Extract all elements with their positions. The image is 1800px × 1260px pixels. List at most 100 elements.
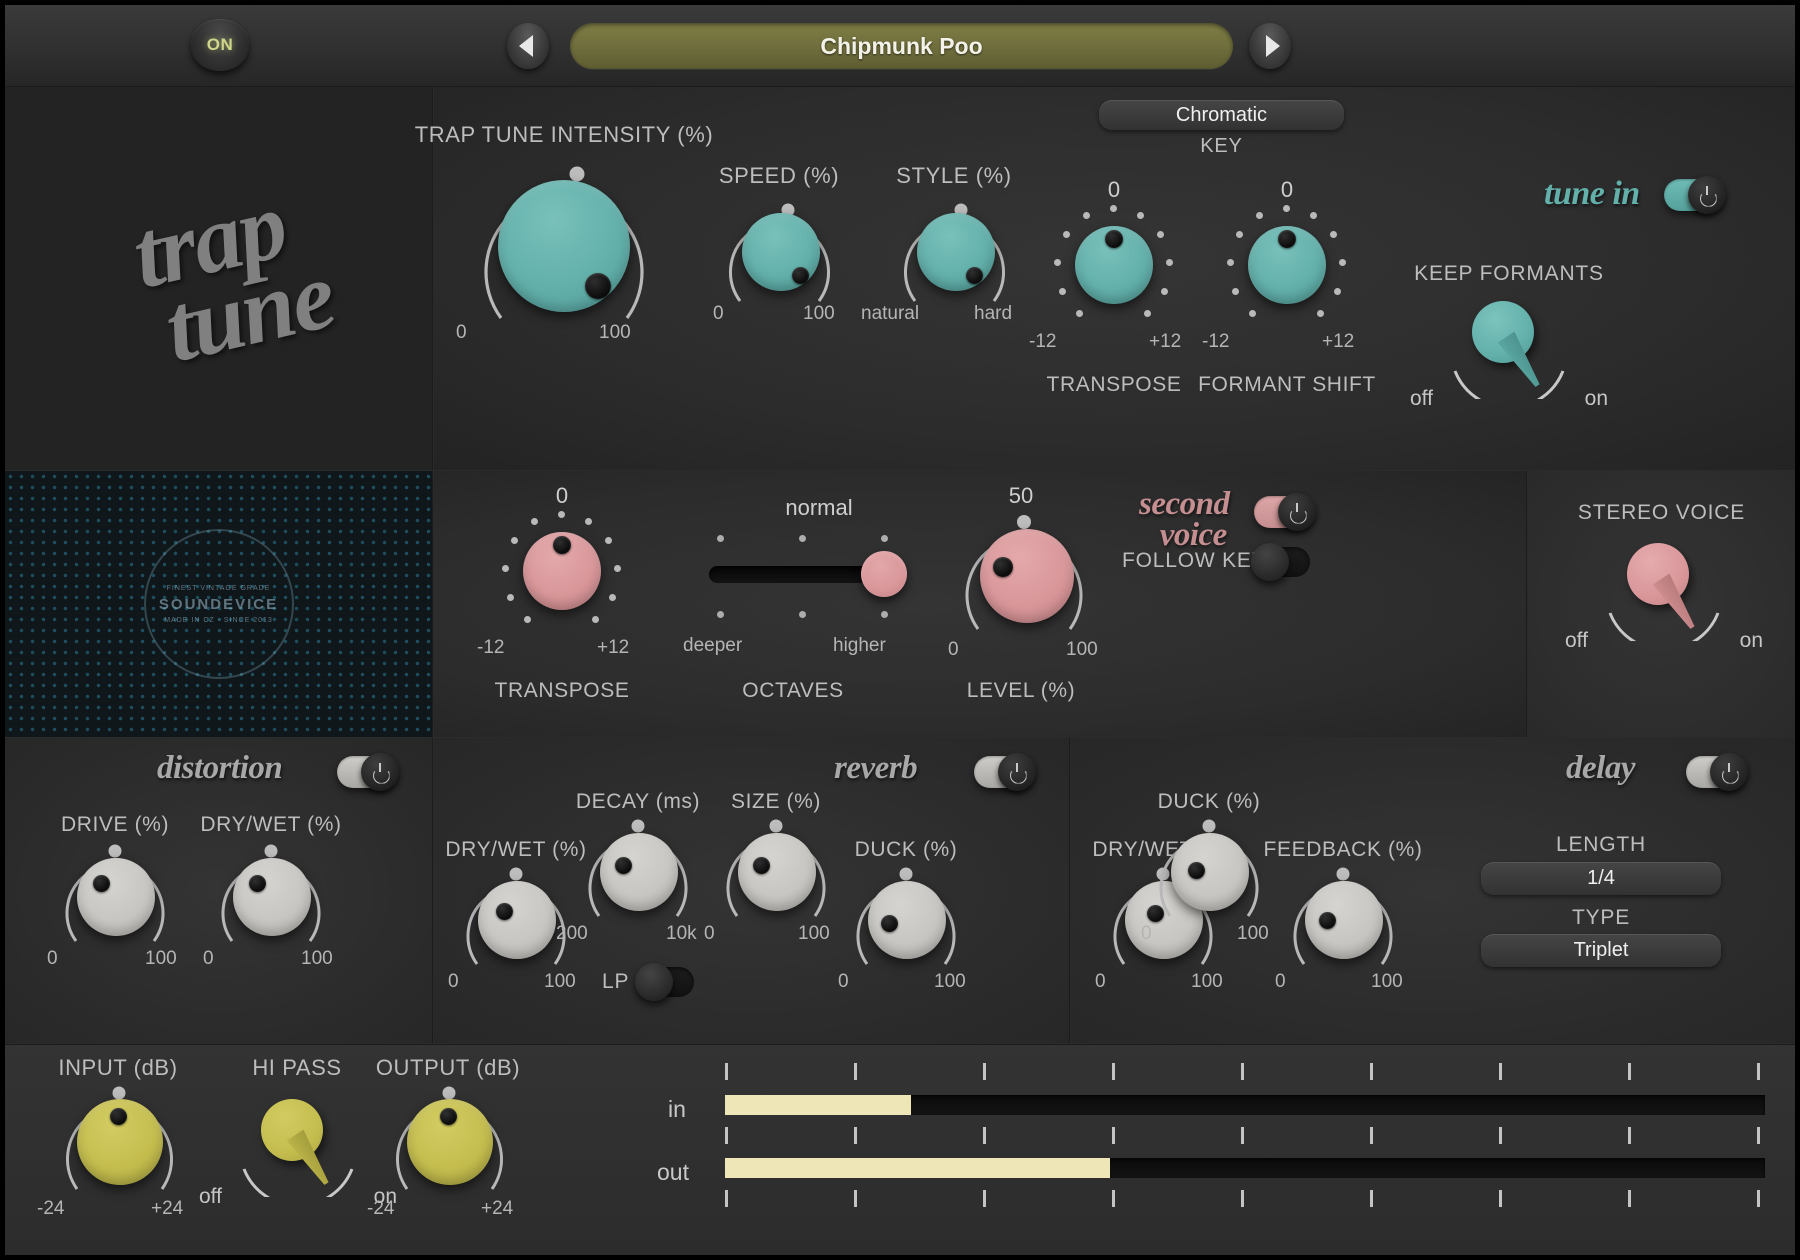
header-bar: ON Chipmunk Poo [5, 5, 1795, 87]
follow-key-toggle[interactable] [1254, 547, 1310, 577]
lp-label: LP [602, 970, 629, 994]
knob-indicator [440, 1108, 457, 1125]
lp-toggle[interactable] [638, 967, 694, 997]
octaves-slider[interactable]: normal deeper higher OCTAVES [689, 483, 949, 723]
knob-min-label: -12 [1029, 331, 1056, 353]
lever-on-label: on [1740, 629, 1763, 653]
key-dropdown[interactable]: Chromatic [1099, 100, 1344, 130]
next-preset-button[interactable] [1249, 23, 1291, 69]
output-gain-knob[interactable]: OUTPUT (dB) -24 +24 [353, 1055, 543, 1255]
formant-shift-knob[interactable]: 0 -12 +12 [1197, 177, 1377, 417]
knob-label: DRIVE (%) [61, 813, 169, 837]
hi-pass-label: HI PASS [252, 1055, 341, 1081]
knob-body [1248, 226, 1326, 304]
distortion-drywet-knob[interactable]: DRY/WET (%) 0 100 [181, 813, 361, 1013]
tune-in-label: tune in [1544, 175, 1640, 213]
knob-max-label: 100 [1066, 639, 1098, 661]
transpose-knob[interactable]: 0 -12 +12 [1024, 177, 1204, 417]
distortion-toggle[interactable] [337, 756, 395, 788]
hi-pass-switch[interactable]: off on [235, 1095, 361, 1205]
meter-in-track [725, 1095, 1765, 1115]
knob-max-label: 100 [599, 322, 631, 344]
keep-formants-switch[interactable]: off on [1446, 297, 1572, 407]
knob-title: LEVEL (%) [967, 679, 1076, 703]
knob-label: DUCK (%) [855, 838, 958, 862]
knob-label: STYLE (%) [896, 163, 1011, 189]
knob-label: DUCK (%) [1158, 790, 1261, 814]
distortion-drive-knob[interactable]: DRIVE (%) 0 100 [25, 813, 205, 1013]
style-knob[interactable]: STYLE (%) natural hard [864, 163, 1044, 383]
top-row: trap tune Chromatic KEY tune in TRAP TUN… [5, 87, 1795, 470]
speed-knob[interactable]: SPEED (%) 0 100 [689, 163, 869, 383]
knob-min-label: natural [861, 303, 919, 325]
brand-panel: trap tune [5, 87, 433, 470]
stereo-voice-switch[interactable]: off on [1601, 539, 1727, 649]
power-on-button[interactable]: ON [191, 19, 249, 71]
meter-ticks-top [725, 1063, 1765, 1085]
traptune-logo: trap tune [97, 178, 341, 380]
second-voice-toggle[interactable] [1254, 496, 1312, 528]
knob-min-label: 0 [203, 948, 214, 970]
knob-min-label: 0 [838, 971, 849, 993]
second-voice-transpose-knob[interactable]: 0 -12 +12 [472, 483, 652, 723]
knob-label: INPUT (dB) [58, 1055, 177, 1081]
reverb-panel: reverb DRY/WET (%) 0 100 DECAY (ms) [434, 738, 1070, 1043]
knob-min-label: 0 [1275, 971, 1286, 993]
lever-arc [241, 1165, 355, 1197]
chevron-right-icon [1266, 35, 1280, 57]
octaves-top-label: normal [785, 495, 852, 521]
knob-indicator [93, 875, 110, 892]
knob-body [1171, 833, 1249, 911]
second-voice-title-line2: voice [1160, 520, 1227, 551]
follow-key-label: FOLLOW KEY [1122, 549, 1267, 573]
tune-in-toggle[interactable] [1664, 179, 1722, 211]
reverb-toggle[interactable] [974, 756, 1032, 788]
key-label: KEY [1099, 135, 1344, 158]
mid-row: FINEST VINTAGE GRADE SOUNDEVICE MADE IN … [5, 471, 1795, 737]
meter-out-fill [725, 1158, 1110, 1178]
knob-max-label: +12 [1149, 331, 1181, 353]
knob-max-label: +24 [151, 1198, 183, 1220]
knob-min-label: 0 [448, 971, 459, 993]
knob-min-label: 200 [556, 923, 588, 945]
reverb-duck-knob[interactable]: DUCK (%) 0 100 [816, 838, 996, 1038]
prev-preset-button[interactable] [507, 23, 549, 69]
toggle-nub [1688, 176, 1726, 214]
toggle-nub [998, 753, 1036, 791]
trap-tune-intensity-knob[interactable]: TRAP TUNE INTENSITY (%) 0 100 [414, 122, 714, 412]
knob-title: FORMANT SHIFT [1198, 373, 1376, 397]
delay-type-dropdown[interactable]: Triplet [1481, 934, 1721, 967]
knob-body [498, 180, 630, 312]
knob-max-label: +24 [481, 1198, 513, 1220]
knob-body [77, 1099, 163, 1185]
delay-feedback-knob[interactable]: FEEDBACK (%) 0 100 [1253, 838, 1433, 1038]
knob-min-label: 0 [456, 322, 467, 344]
speaker-grill-panel: FINEST VINTAGE GRADE SOUNDEVICE MADE IN … [5, 471, 433, 737]
stereo-voice-panel: STEREO VOICE off on [1528, 471, 1795, 737]
knob-indicator [615, 857, 632, 874]
knob-body [980, 529, 1074, 623]
stamp-sub: MADE IN CZ - SINCE 2013 [164, 617, 273, 624]
knob-min-label: 0 [704, 923, 715, 945]
knob-indicator [1105, 230, 1123, 248]
knob-max-label: 100 [803, 303, 835, 325]
delay-length-label: LENGTH [1471, 833, 1731, 857]
knob-max-label: 100 [934, 971, 966, 993]
knob-body [917, 213, 995, 291]
toggle-nub [1278, 493, 1316, 531]
delay-length-dropdown[interactable]: 1/4 [1481, 862, 1721, 895]
fx-row: distortion DRIVE (%) 0 100 DRY/WET (%) [5, 738, 1795, 1043]
knob-body [523, 532, 601, 610]
preset-name-field[interactable]: Chipmunk Poo [570, 23, 1233, 69]
delay-toggle[interactable] [1686, 756, 1744, 788]
input-gain-knob[interactable]: INPUT (dB) -24 +24 [23, 1055, 213, 1255]
meter-ticks-mid [725, 1127, 1765, 1149]
second-voice-panel: 0 -12 +12 [434, 471, 1527, 737]
slider-min-label: deeper [683, 635, 742, 657]
power-icon [1699, 187, 1716, 204]
lever-off-label: off [199, 1185, 222, 1209]
second-voice-level-knob[interactable]: 50 0 100 LEVEL (%) [916, 483, 1126, 723]
slider-handle[interactable] [861, 551, 907, 597]
meter-out-label: out [657, 1159, 689, 1186]
knob-indicator [993, 557, 1013, 577]
